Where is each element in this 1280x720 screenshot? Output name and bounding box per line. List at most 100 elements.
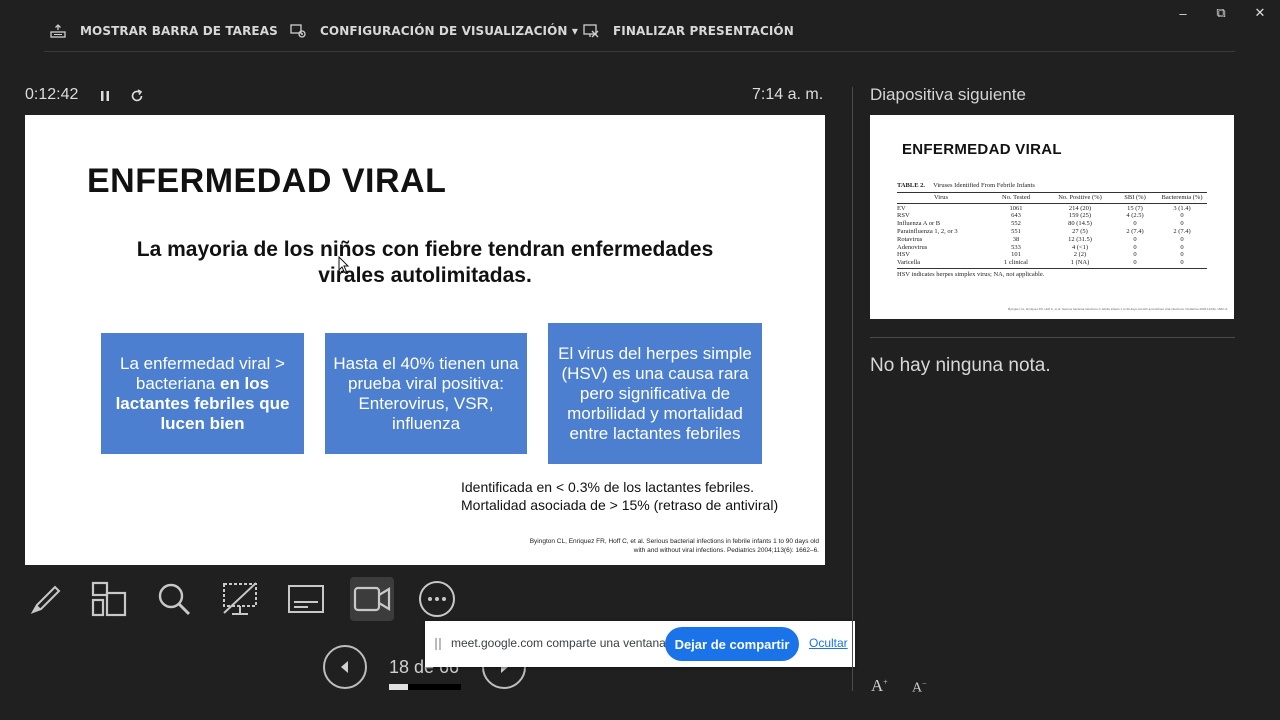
minimize-button[interactable]: – bbox=[1174, 4, 1192, 22]
table-cell: Varicella bbox=[897, 259, 921, 267]
table-cell: Parainfluenza 1, 2, or 3 bbox=[897, 227, 958, 235]
table-cell: 643 bbox=[1011, 212, 1021, 220]
table-cell: 0 bbox=[1180, 220, 1184, 228]
more-options-button[interactable] bbox=[415, 577, 459, 621]
camera-icon bbox=[353, 586, 391, 612]
hide-share-bar-link[interactable]: Ocultar bbox=[809, 636, 848, 650]
table-cell: 0 bbox=[1180, 243, 1184, 251]
end-show-label: FINALIZAR PRESENTACIÓN bbox=[613, 24, 794, 38]
previous-slide-button[interactable] bbox=[323, 645, 367, 689]
table-cell: 2 (7.4) bbox=[1173, 227, 1191, 235]
table-cell: 1 (NA) bbox=[1070, 259, 1090, 267]
black-screen-icon bbox=[223, 582, 257, 615]
screen-share-bar: meet.google.com comparte una ventana. De… bbox=[425, 621, 855, 667]
table-row: Influenza A or B 552 80 (14.5) 0 0 bbox=[897, 220, 1207, 228]
zoom-icon bbox=[158, 583, 191, 616]
see-all-slides-button[interactable] bbox=[87, 577, 131, 621]
current-slide: ENFERMEDAD VIRAL La mayoria de los niños… bbox=[25, 115, 825, 565]
display-settings-icon bbox=[288, 21, 308, 41]
table-cell: 2 (7.4) bbox=[1126, 227, 1144, 235]
table-footnote: HSV indicates herpes simplex virus; NA, … bbox=[897, 270, 1045, 278]
table-body: EV 1061 214 (20) 15 (7) 3 (1.4) RSV 643 159 (25… bbox=[897, 205, 1207, 269]
table-cell: 101 bbox=[1011, 251, 1021, 259]
table-header-row: Virus No. Tested No. Positive (%) SBI (%… bbox=[897, 191, 1207, 204]
table-cell: 551 bbox=[1011, 227, 1021, 235]
slide-reference: Byington CL, Enriquez FR, Hoff C, et al.… bbox=[529, 538, 819, 554]
table-cell: 4 (2.5) bbox=[1126, 212, 1144, 220]
restart-icon bbox=[131, 89, 143, 102]
restart-timer-button[interactable] bbox=[128, 87, 146, 105]
table-cell: 214 (20) bbox=[1068, 204, 1092, 212]
next-slide-thumbnail[interactable]: ENFERMEDAD VIRAL TABLE 2. Viruses Identif… bbox=[870, 115, 1234, 319]
table-cell: Influenza A or B bbox=[897, 220, 941, 228]
next-slide-label: Diapositiva siguiente bbox=[870, 85, 1026, 104]
table-cell: 1061 bbox=[1009, 204, 1023, 212]
pause-button[interactable] bbox=[96, 87, 114, 105]
table-cell: 159 (25) bbox=[1068, 212, 1092, 220]
table-row: RSV 643 159 (25) 4 (2.5) 0 bbox=[897, 212, 1207, 220]
table-row: Varicella 1 clinical 1 (NA) 0 0 bbox=[897, 259, 1207, 267]
end-show-button[interactable]: FINALIZAR PRESENTACIÓN bbox=[581, 20, 794, 42]
slide-box-viral-test: Hasta el 40% tienen una prueba viral pos… bbox=[325, 333, 527, 454]
table-cell: 0 bbox=[1133, 220, 1137, 228]
pen-icon bbox=[30, 585, 61, 614]
table-cell: 0 bbox=[1180, 212, 1184, 220]
slide-progress-bar bbox=[389, 684, 461, 690]
notes-divider bbox=[870, 337, 1235, 338]
show-taskbar-button[interactable]: MOSTRAR BARRA DE TAREAS bbox=[48, 20, 278, 42]
slide-subtitle-line1: La mayoria de los niños con fiebre tendr… bbox=[136, 238, 714, 261]
table-cell: 3 (1.4) bbox=[1173, 204, 1191, 212]
slide-subtitle: La mayoria de los niños con fiebre tendr… bbox=[85, 237, 765, 289]
current-time: 7:14 a. m. bbox=[752, 86, 824, 103]
table-row: Adenovirus 533 4 (<1) 0 0 bbox=[897, 244, 1207, 252]
elapsed-timer: 0:12:42 bbox=[25, 86, 79, 103]
show-taskbar-label: MOSTRAR BARRA DE TAREAS bbox=[80, 24, 278, 38]
panel-divider bbox=[852, 87, 853, 691]
subtitles-button[interactable] bbox=[284, 577, 328, 621]
restore-button[interactable]: ⧉ bbox=[1212, 4, 1230, 22]
drag-handle-icon[interactable] bbox=[435, 638, 441, 650]
share-message: meet.google.com comparte una ventana. bbox=[451, 636, 670, 650]
table-cell: 0 bbox=[1133, 235, 1137, 243]
slide-box-viral-vs-bacterial: La enfermedad viral > bacteriana en los … bbox=[101, 333, 304, 454]
table-cell: 533 bbox=[1011, 243, 1021, 251]
prev-arrow-icon bbox=[341, 661, 348, 673]
decrease-font-button[interactable]: A− bbox=[912, 679, 927, 697]
table-row: EV 1061 214 (20) 15 (7) 3 (1.4) bbox=[897, 205, 1207, 213]
table-cell: 38 bbox=[1012, 235, 1020, 243]
table-cell: RSV bbox=[897, 212, 910, 220]
stop-sharing-button[interactable]: Dejar de compartir bbox=[665, 627, 799, 661]
table-cell: 27 (5) bbox=[1072, 227, 1088, 235]
slide-subtitle-line2: virales autolimitadas. bbox=[318, 264, 532, 287]
slide-box-hsv: El virus del herpes simple (HSV) es una … bbox=[548, 323, 762, 464]
table-cell: 15 (7) bbox=[1127, 204, 1143, 212]
zoom-button[interactable] bbox=[152, 577, 196, 621]
table-cell: Rotavirus bbox=[897, 235, 923, 243]
table-cell: 0 bbox=[1180, 251, 1184, 259]
pen-tool-button[interactable] bbox=[23, 577, 67, 621]
more-options-icon bbox=[419, 581, 455, 617]
taskbar-icon bbox=[48, 21, 68, 41]
table-row: Rotavirus 38 12 (31.5) 0 0 bbox=[897, 236, 1207, 244]
camera-button[interactable] bbox=[350, 577, 394, 621]
table-cell: 12 (31.5) bbox=[1068, 235, 1092, 243]
table-cell: 0 bbox=[1133, 243, 1137, 251]
next-slide-reference: Byington CL, Enriquez FR, Hoff C, et al.… bbox=[1008, 307, 1228, 311]
table-row: Parainfluenza 1, 2, or 3 551 27 (5) 2 (7.4)… bbox=[897, 228, 1207, 236]
table-cell: 0 bbox=[1180, 235, 1184, 243]
end-show-icon bbox=[581, 21, 601, 41]
see-all-slides-icon bbox=[91, 581, 127, 617]
table-cell: HSV bbox=[897, 251, 911, 259]
table-cell: 0 bbox=[1180, 259, 1184, 267]
display-settings-button[interactable]: CONFIGURACIÓN DE VISUALIZACIÓN ▾ bbox=[288, 20, 578, 42]
table-cell: 2 (2) bbox=[1073, 251, 1087, 259]
toolbar-divider bbox=[44, 51, 1235, 52]
increase-font-button[interactable]: A+ bbox=[871, 676, 888, 696]
table-cell: 0 bbox=[1133, 251, 1137, 259]
mouse-cursor-icon bbox=[338, 256, 350, 274]
black-screen-button[interactable] bbox=[218, 577, 262, 621]
display-settings-label: CONFIGURACIÓN DE VISUALIZACIÓN ▾ bbox=[320, 24, 578, 38]
table-cell: 552 bbox=[1011, 220, 1021, 228]
table-cell: 80 (14.5) bbox=[1068, 220, 1092, 228]
close-button[interactable]: ✕ bbox=[1251, 4, 1269, 22]
